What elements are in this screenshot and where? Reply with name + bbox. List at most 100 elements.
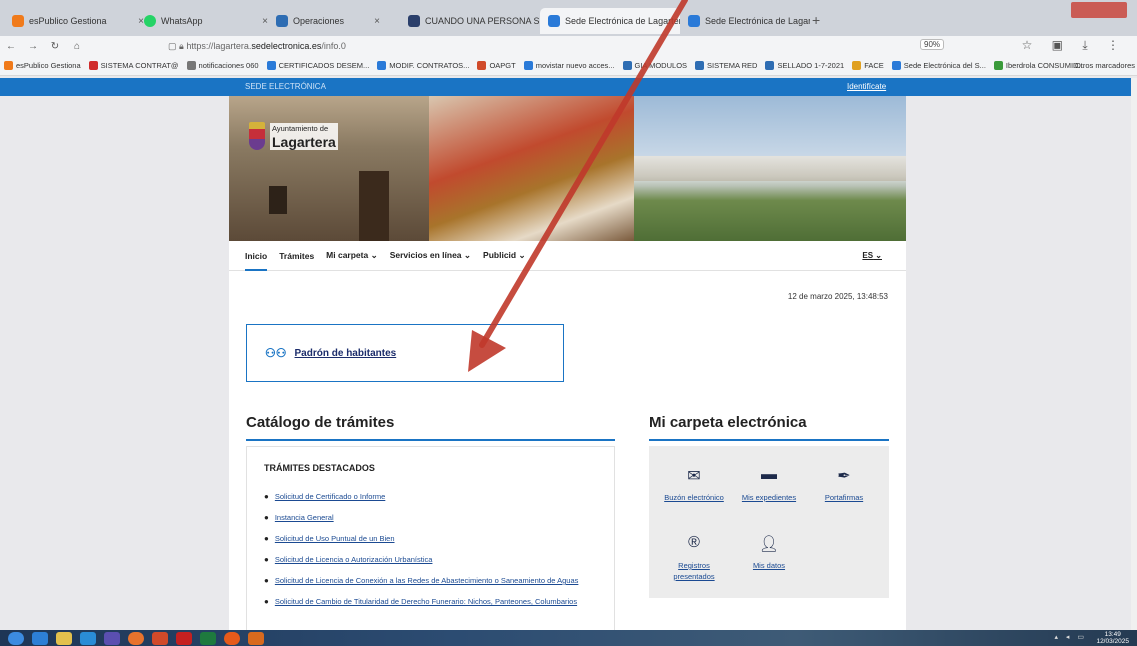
sede-icon — [548, 15, 560, 27]
excel-icon[interactable] — [200, 631, 216, 645]
page-icon — [408, 15, 420, 27]
catalog-heading: Catálogo de trámites — [246, 414, 395, 431]
home-icon[interactable]: ⌂ — [66, 41, 88, 52]
reload-icon[interactable]: ↻ — [44, 41, 66, 52]
list-item[interactable]: ● Solicitud de Cambio de Titularidad de D… — [264, 596, 604, 607]
bookmark-icon — [695, 61, 705, 70]
address-bar[interactable]: ▢ 🔒︎ https://lagartera. sedelectronica.es… — [168, 38, 908, 54]
bookmark-icon — [377, 61, 387, 70]
bookmark-icon — [266, 61, 276, 70]
list-item[interactable]: ● Solicitud de Uso Puntual de un Bien — [264, 533, 604, 544]
shield-icon: ▢ — [168, 40, 180, 51]
bookmark-item[interactable]: GIA MODULOS — [622, 61, 687, 70]
chevron-down-icon: ⌄ — [518, 250, 526, 260]
bookmark-item[interactable]: MODIF. CONTRATOS... — [377, 61, 469, 70]
window-controls[interactable] — [1071, 2, 1127, 18]
current-date: 12 de marzo 2025, 13:48:53 — [787, 292, 888, 301]
app-icon[interactable] — [104, 631, 120, 645]
chrome-icon[interactable] — [128, 631, 144, 645]
sede-icon — [688, 15, 700, 27]
ie-icon[interactable] — [32, 631, 48, 645]
padron-link[interactable]: Padrón de habitantes — [295, 348, 397, 359]
bookmark-item[interactable]: SELLADO 1-7-2021 — [765, 61, 844, 70]
back-icon[interactable]: ← — [0, 41, 22, 52]
registered-icon: ® — [688, 534, 700, 551]
close-icon[interactable]: × — [368, 16, 380, 27]
list-item[interactable]: ● Solicitud de Licencia o Autorización Ur… — [264, 554, 604, 565]
bookmark-item[interactable]: Iberdrola CONSUMID... — [993, 61, 1085, 70]
tab-sede-active[interactable]: Sede Electrónica de Lagartera× — [540, 8, 680, 34]
tab-operaciones[interactable]: Operaciones × — [268, 8, 388, 34]
tab-cuando[interactable]: CUANDO UNA PERSONA SE C× — [400, 8, 540, 34]
login-link[interactable]: Identifícate — [847, 82, 886, 91]
hero-street-image — [229, 96, 429, 241]
bookmark-item[interactable]: SISTEMA CONTRAT@ — [88, 61, 179, 70]
bookmark-item[interactable]: SISTEMA RED — [695, 61, 757, 70]
logo-title: Lagartera — [270, 133, 338, 150]
bookmark-icon — [993, 61, 1003, 70]
menu-mi-carpeta[interactable]: Mi carpeta ⌄ — [326, 250, 378, 261]
portafirmas-link[interactable]: ✒ Portafirmas — [809, 466, 879, 503]
list-item[interactable]: ● Solicitud de Certificado o Informe — [264, 491, 604, 502]
bookmark-item[interactable]: Sede Electrónica del S... — [891, 61, 986, 70]
featured-title: TRÁMITES DESTACADOS — [264, 463, 375, 473]
hero-costume-image — [429, 96, 634, 241]
menu-servicios[interactable]: Servicios en línea ⌄ — [390, 250, 471, 261]
bookmark-icon — [186, 61, 196, 70]
page-scrollbar[interactable] — [1131, 78, 1137, 630]
hero-banner: Ayuntamiento de Lagartera — [229, 96, 906, 241]
system-tray[interactable]: ▴ ◂ ▭ — [1054, 633, 1087, 641]
coat-of-arms-icon — [249, 122, 265, 150]
list-item[interactable]: ● Instancia General — [264, 512, 604, 523]
edge-icon[interactable] — [80, 631, 96, 645]
menu-inicio[interactable]: Inicio — [245, 251, 268, 271]
bookmark-item[interactable]: notificaciones 060 — [186, 61, 259, 70]
buzon-link[interactable]: ✉ Buzón electrónico — [659, 466, 729, 503]
forward-icon[interactable]: → — [22, 41, 44, 52]
expedientes-link[interactable]: ▬ Mis expedientes — [734, 466, 804, 503]
taskbar-clock[interactable]: 13:49 12/03/2025 — [1096, 631, 1129, 645]
bookmark-item[interactable]: FACE — [852, 61, 884, 70]
browser-navbar: ← → ↻ ⌂ ▢ 🔒︎ https://lagartera. sedelectr… — [0, 36, 1137, 56]
menu-tramites[interactable]: Trámites — [279, 251, 314, 261]
bookmark-icon — [622, 61, 632, 70]
padron-card[interactable]: ⚇⚇ Padrón de habitantes — [246, 324, 564, 382]
windows-taskbar: ▴ ◂ ▭ 13:49 12/03/2025 — [0, 630, 1137, 646]
firefox-icon[interactable] — [224, 631, 240, 645]
language-selector[interactable]: ES ⌄ — [862, 251, 882, 260]
toolbar-icons[interactable]: ☆ ▣ ⤓ ⋮ — [1022, 38, 1127, 53]
bookmarks-bar: esPublico Gestiona SISTEMA CONTRAT@ notifi… — [0, 56, 1137, 76]
list-item[interactable]: ● Solicitud de Licencia de Conexión a las… — [264, 575, 604, 586]
close-icon[interactable]: × — [256, 16, 268, 27]
bookmark-item[interactable]: movistar nuevo acces... — [523, 61, 615, 70]
tab-espublico[interactable]: esPublico Gestiona × — [4, 8, 152, 34]
app-icon[interactable] — [152, 631, 168, 645]
start-button[interactable] — [8, 631, 24, 645]
url-prefix: https://lagartera. — [186, 41, 252, 51]
mis-datos-link[interactable]: 👤︎ Mis datos — [734, 534, 804, 571]
catalog-underline — [246, 439, 615, 441]
other-bookmarks[interactable]: Otros marcadores — [1075, 61, 1135, 70]
bookmark-icon — [765, 61, 775, 70]
menu-publicidad[interactable]: Publicid ⌄ — [483, 250, 526, 261]
operaciones-icon — [276, 15, 288, 27]
user-icon: 👤︎ — [758, 536, 780, 553]
carpeta-panel: ✉ Buzón electrónico ▬ Mis expedientes ✒ … — [649, 446, 889, 598]
bookmark-icon — [852, 61, 862, 70]
new-tab-button[interactable]: + — [812, 12, 820, 28]
pdf-icon[interactable] — [176, 631, 192, 645]
registros-link[interactable]: ® Registros presentados — [659, 534, 729, 582]
municipality-logo[interactable]: Ayuntamiento de Lagartera — [249, 122, 338, 150]
zoom-badge[interactable]: 90% — [920, 39, 945, 50]
pen-icon: ✒ — [837, 468, 851, 485]
tab-sede[interactable]: Sede Electrónica de Lagartera× — [680, 8, 810, 34]
bookmark-item[interactable]: CERTIFICADOS DESEM... — [266, 61, 369, 70]
explorer-icon[interactable] — [56, 631, 72, 645]
tab-whatsapp[interactable]: WhatsApp × — [136, 8, 276, 34]
outlook-icon[interactable] — [248, 631, 264, 645]
logo-subtitle: Ayuntamiento de — [270, 122, 338, 134]
sede-page: Ayuntamiento de Lagartera Inicio Trámite… — [229, 96, 906, 630]
bookmark-item[interactable]: esPublico Gestiona — [4, 61, 81, 70]
bookmark-item[interactable]: OAPGT — [477, 61, 516, 70]
bookmark-icon — [4, 61, 13, 70]
